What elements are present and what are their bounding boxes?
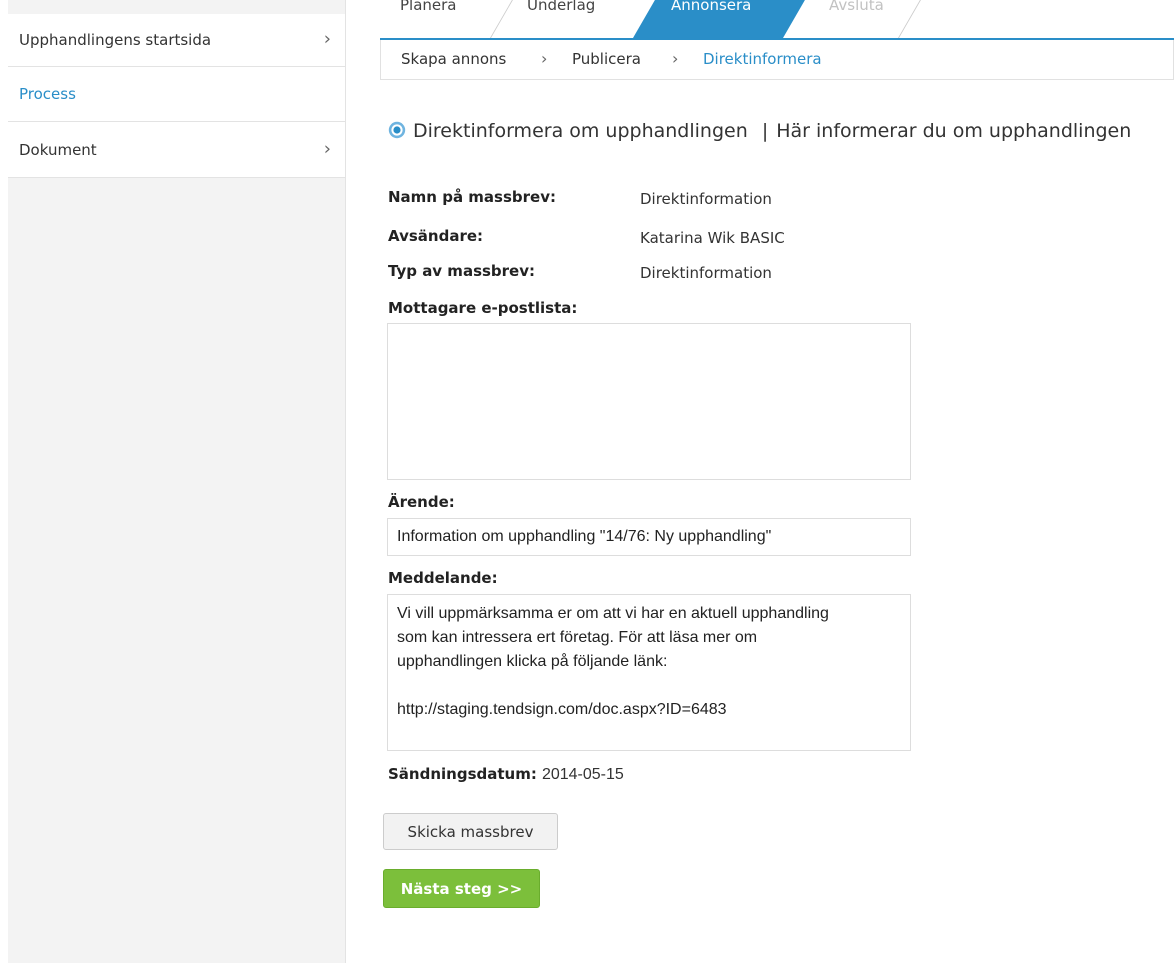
tab-divider (897, 0, 930, 38)
message-line: som kan intressera ert företag. För att … (397, 629, 758, 646)
sidebar-item-label: Process (19, 85, 76, 103)
chevron-right-icon: › (672, 49, 679, 68)
chevron-right-icon: › (323, 137, 331, 159)
send-massbrev-button[interactable]: Skicka massbrev (383, 813, 558, 850)
tab-avsluta: Avsluta (829, 0, 884, 14)
subject-label: Ärende: (388, 493, 455, 511)
breadcrumb-direktinformera: Direktinformera (703, 50, 822, 68)
send-date-value: 2014-05-15 (541, 766, 624, 783)
page-title-text: Direktinformera om upphandlingen (413, 120, 748, 142)
subject-field[interactable]: Information om upphandling "14/76: Ny up… (387, 518, 911, 556)
recipients-textarea[interactable] (387, 323, 911, 480)
next-step-button[interactable]: Nästa steg >> (383, 869, 540, 908)
page-title: Direktinformera om upphandlingen | Här in… (387, 120, 1131, 142)
name-label: Namn på massbrev: (388, 188, 556, 206)
gear-icon (388, 121, 406, 139)
tab-divider (489, 0, 522, 38)
breadcrumb: Skapa annons › Publicera › Direktinforme… (380, 40, 1174, 80)
message-label: Meddelande: (388, 569, 498, 587)
send-date: Sändningsdatum: 2014-05-15 (388, 764, 624, 784)
sidebar: Upphandlingens startsida › Process Dokum… (8, 0, 346, 963)
message-line (397, 674, 910, 698)
message-line: Vi vill uppmärksamma er om att vi har en… (397, 605, 829, 622)
sidebar-item-startsida[interactable]: Upphandlingens startsida › (8, 14, 345, 67)
sender-label: Avsändare: (388, 227, 484, 245)
message-textarea[interactable]: Vi vill uppmärksamma er om att vi har en… (387, 594, 911, 751)
process-tabs: Planera Underlag Annonsera Avsluta (380, 0, 1174, 40)
tab-underlag[interactable]: Underlag (527, 0, 595, 24)
message-line: http://staging.tendsign.com/doc.aspx?ID=… (397, 701, 727, 718)
chevron-right-icon: › (323, 28, 331, 50)
chevron-right-icon: › (541, 49, 548, 68)
tab-annonsera[interactable]: Annonsera (671, 0, 751, 24)
sidebar-item-dokument[interactable]: Dokument › (8, 122, 345, 178)
breadcrumb-publicera[interactable]: Publicera (572, 50, 641, 68)
page-subtitle: Här informerar du om upphandlingen (776, 120, 1132, 142)
tab-planera[interactable]: Planera (400, 0, 457, 24)
message-line: upphandlingen klicka på följande länk: (397, 653, 668, 670)
send-date-label: Sändningsdatum: (388, 765, 537, 783)
recipients-label: Mottagare e-postlista: (388, 299, 578, 317)
name-value: Direktinformation (640, 190, 772, 208)
title-separator: | (761, 120, 769, 142)
sidebar-item-label: Upphandlingens startsida (19, 31, 212, 49)
type-value: Direktinformation (640, 264, 772, 282)
sender-value: Katarina Wik BASIC (640, 229, 785, 247)
sidebar-item-process[interactable]: Process (8, 67, 345, 122)
type-label: Typ av massbrev: (388, 262, 536, 280)
breadcrumb-skapa-annons[interactable]: Skapa annons (401, 50, 506, 68)
sidebar-item-label: Dokument (19, 140, 97, 159)
